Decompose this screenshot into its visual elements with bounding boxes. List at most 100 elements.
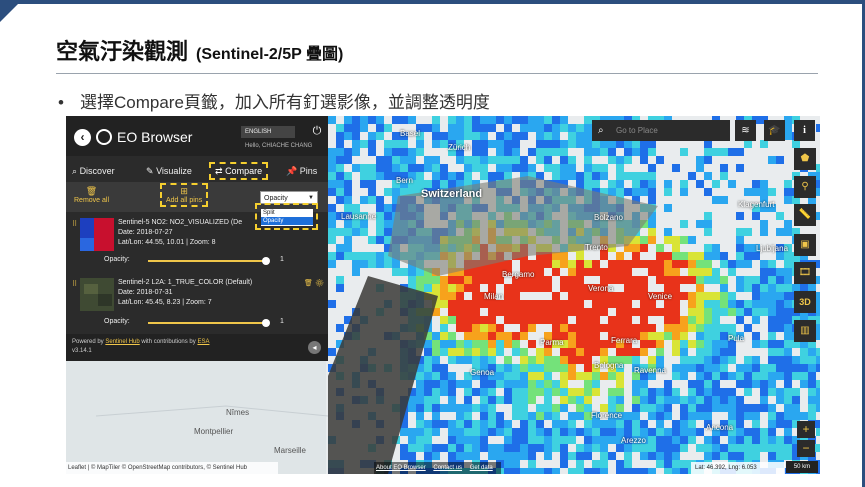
app-title: EO Browser bbox=[117, 129, 193, 145]
education-icon[interactable]: 🎓 bbox=[764, 120, 785, 141]
pin-latlon: Lat/Lon: 45.45, 8.23 | Zoom: 7 bbox=[118, 299, 212, 306]
image-icon[interactable]: ▣ bbox=[794, 234, 816, 256]
drag-handle-icon[interactable]: ⠿ bbox=[72, 220, 77, 228]
dropdown-options: Split Opacity bbox=[261, 209, 313, 226]
logout-icon[interactable]: ⏻ bbox=[311, 125, 323, 137]
slide-bullet: • 選擇Compare頁籤，加入所有釘選影像，並調整透明度 bbox=[58, 88, 490, 113]
opacity-slider[interactable] bbox=[148, 319, 270, 327]
contact-link[interactable]: Contact us bbox=[433, 465, 462, 471]
no2-heatmap bbox=[328, 116, 820, 474]
contrib-text: with contributions by bbox=[141, 339, 196, 345]
place-label: Ravenna bbox=[634, 366, 667, 375]
about-link[interactable]: About EO Browser bbox=[376, 465, 426, 471]
pin-title: Sentinel-5 NO2: NO2_VISUALIZED (De bbox=[118, 219, 243, 226]
plus-icon: ⊞ bbox=[180, 186, 188, 196]
pin-date: Date: 2018-07-31 bbox=[118, 289, 173, 296]
language-select[interactable]: ENGLISH bbox=[241, 126, 295, 138]
add-all-pins-label: Add all pins bbox=[166, 197, 203, 204]
slide-top-rule bbox=[0, 0, 865, 4]
chart-icon[interactable]: ▥ bbox=[794, 320, 816, 342]
true-color-thumbnail bbox=[80, 278, 114, 311]
slide-subtitle: (Sentinel-2/5P 疊圖) bbox=[196, 46, 344, 63]
pin-icon: 📌 bbox=[286, 166, 298, 176]
tab-visualize[interactable]: ✎ Visualize bbox=[146, 164, 192, 178]
app-version: v3.14.1 bbox=[72, 348, 92, 354]
pentagon-icon[interactable]: ⬟ bbox=[794, 148, 816, 170]
footer-links: About EO Browser Contact us Get data bbox=[374, 462, 501, 474]
collapse-panel-icon[interactable]: ◂ bbox=[308, 341, 321, 354]
scale-bar: 50 km bbox=[786, 461, 818, 473]
zoom-in-button[interactable]: + bbox=[797, 421, 815, 438]
slider-handle[interactable] bbox=[262, 319, 270, 327]
cursor-coordinates: Lat: 46.392, Lng: 6.053 bbox=[691, 462, 785, 474]
place-label: Bergamo bbox=[502, 270, 535, 279]
eo-browser-logo-icon bbox=[96, 129, 112, 145]
eo-browser-screenshot: Switzerland Basel Zürich Bern Lausanne Bolzan… bbox=[66, 116, 820, 474]
opacity-label: Opacity: bbox=[104, 318, 130, 325]
go-to-place-search[interactable]: ⌕ Go to Place bbox=[592, 120, 730, 141]
search-icon: ⌕ bbox=[72, 166, 78, 176]
tab-visualize-label: Visualize bbox=[156, 166, 192, 176]
place-label: Bolzano bbox=[594, 213, 623, 222]
remove-all-label: Remove all bbox=[74, 197, 110, 204]
eo-browser-panel: ‹ EO Browser ENGLISH ⏻ Hello, CHIACHE CH… bbox=[66, 116, 328, 361]
compare-mode-value: Opacity bbox=[264, 195, 288, 202]
place-label: Ancona bbox=[706, 423, 734, 432]
add-all-pins-button[interactable]: ⊞ Add all pins bbox=[160, 183, 209, 207]
place-label: Klagenfurt bbox=[738, 200, 775, 209]
slide-corner-mark bbox=[0, 0, 22, 22]
place-label: Switzerland bbox=[421, 188, 483, 200]
bullet-text: 選擇Compare頁籤，加入所有釘選影像，並調整透明度 bbox=[80, 93, 490, 112]
info-icon[interactable]: i bbox=[794, 120, 815, 141]
get-data-link[interactable]: Get data bbox=[470, 465, 493, 471]
trash-icon: 🗑 bbox=[85, 186, 98, 196]
place-label: Ferrara bbox=[611, 336, 638, 345]
layers-icon[interactable]: ≋ bbox=[735, 120, 756, 141]
place-label: Ljubljana bbox=[756, 244, 789, 253]
pin-icon[interactable]: ⚲ bbox=[794, 176, 816, 198]
sentinel-hub-link[interactable]: Sentinel Hub bbox=[105, 339, 139, 345]
place-label: Genoa bbox=[470, 368, 495, 377]
pin-latlon: Lat/Lon: 44.55, 10.01 | Zoom: 8 bbox=[118, 239, 216, 246]
powered-by-text: Powered by bbox=[72, 339, 104, 345]
search-placeholder: Go to Place bbox=[616, 126, 658, 135]
compare-icon: ⇄ bbox=[215, 166, 223, 176]
place-label: Milan bbox=[484, 292, 504, 301]
zoom-out-button[interactable]: − bbox=[797, 440, 815, 457]
3d-icon[interactable]: 3D bbox=[794, 291, 816, 313]
panel-header: ‹ EO Browser ENGLISH ⏻ Hello, CHIACHE CH… bbox=[66, 116, 328, 156]
user-greeting: Hello, CHIACHE CHANG bbox=[245, 143, 313, 149]
tab-compare-label: Compare bbox=[225, 166, 263, 176]
tab-discover-label: Discover bbox=[79, 166, 115, 176]
film-icon[interactable]: 🎞 bbox=[794, 262, 816, 284]
pin-item[interactable]: ⠿ Sentinel-2 L2A: 1_TRUE_COLOR (Default)… bbox=[66, 274, 328, 334]
back-icon[interactable]: ‹ bbox=[74, 129, 91, 146]
place-label: Parma bbox=[540, 338, 564, 347]
panel-tabs: ⌕ Discover ✎ Visualize ⇄ Compare 📌 Pins bbox=[66, 160, 328, 182]
ruler-icon[interactable]: 📏 bbox=[794, 204, 816, 226]
place-label: Arezzo bbox=[621, 436, 646, 445]
tab-compare[interactable]: ⇄ Compare bbox=[209, 162, 269, 180]
slide-title-text: 空氣汙染觀測 bbox=[56, 39, 189, 64]
bullet-dot: • bbox=[58, 93, 64, 112]
tab-pins[interactable]: 📌 Pins bbox=[286, 164, 317, 178]
powered-by: Powered by Sentinel Hub with contributio… bbox=[72, 339, 209, 345]
remove-all-button[interactable]: 🗑 Remove all bbox=[74, 186, 109, 204]
tab-discover[interactable]: ⌕ Discover bbox=[72, 164, 115, 178]
brush-icon: ✎ bbox=[146, 166, 154, 176]
title-divider bbox=[56, 73, 818, 74]
opacity-slider[interactable] bbox=[148, 257, 270, 265]
option-split[interactable]: Split bbox=[261, 209, 313, 217]
esa-link[interactable]: ESA bbox=[197, 339, 209, 345]
slider-handle[interactable] bbox=[262, 257, 270, 265]
place-label: Lausanne bbox=[341, 212, 377, 221]
pin-title: Sentinel-2 L2A: 1_TRUE_COLOR (Default) bbox=[118, 279, 253, 286]
place-label: Bern bbox=[396, 176, 413, 185]
option-opacity[interactable]: Opacity bbox=[261, 217, 313, 225]
compare-mode-dropdown: Split Opacity bbox=[255, 203, 318, 230]
pin-row-actions: 🗑 ⚙ bbox=[304, 279, 324, 287]
gear-icon[interactable]: ⚙ bbox=[315, 280, 324, 287]
drag-handle-icon[interactable]: ⠿ bbox=[72, 280, 77, 288]
tab-pins-label: Pins bbox=[299, 166, 318, 176]
trash-icon[interactable]: 🗑 bbox=[304, 280, 313, 287]
